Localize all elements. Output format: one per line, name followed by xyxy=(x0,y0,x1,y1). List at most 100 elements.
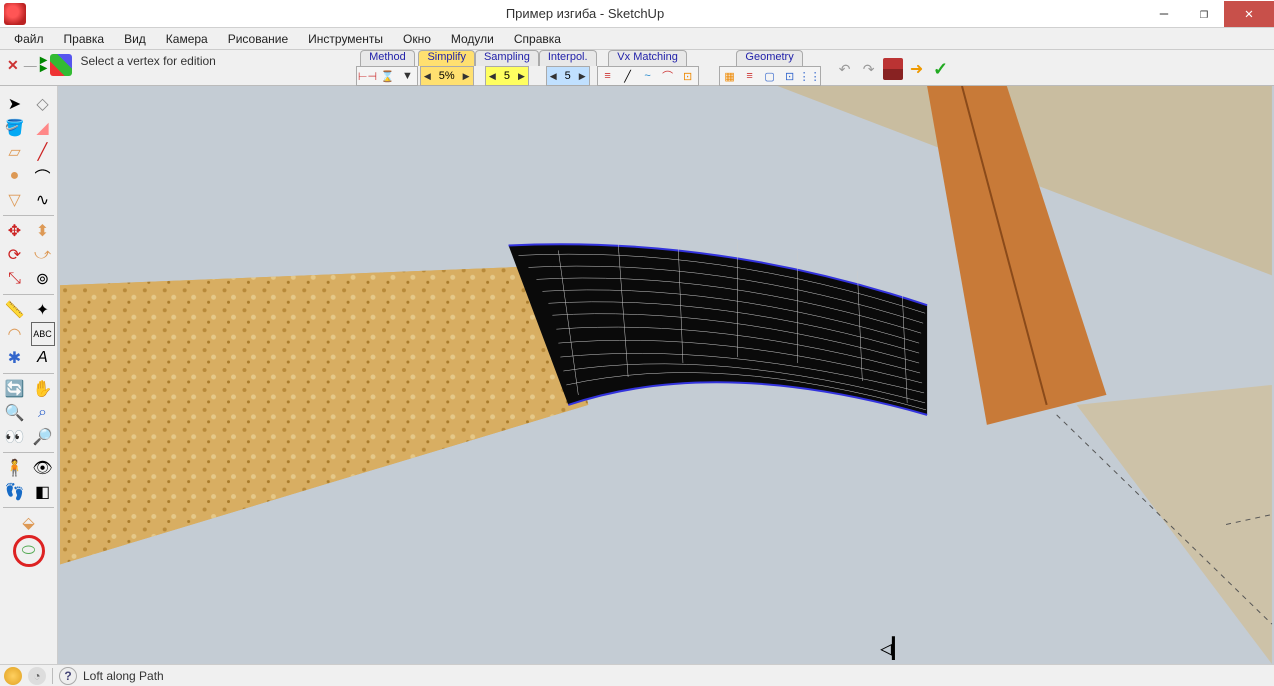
left-toolbar: ➤◇ 🪣◢ ▱╱ ●⌒ ▽∿ ✥⬍ ⟳⤻ ⤡⊚ 📏✦ ◠ABC ✱A 🔄✋ 🔍⌕… xyxy=(0,86,58,664)
component-tool-icon[interactable]: ◇ xyxy=(31,92,55,116)
geo-icon-4[interactable]: ⊡ xyxy=(781,67,799,85)
text-tool-icon[interactable]: ABC xyxy=(31,322,55,346)
polygon-tool-icon[interactable]: ▽ xyxy=(3,188,27,212)
menu-help[interactable]: Справка xyxy=(504,30,571,48)
sampling-inc[interactable]: ▶ xyxy=(518,71,525,82)
line-tool-icon[interactable]: ╱ xyxy=(31,140,55,164)
geo-icon-2[interactable]: ≡ xyxy=(741,67,759,85)
menu-modules[interactable]: Модули xyxy=(441,30,504,48)
interpol-inc[interactable]: ▶ xyxy=(579,71,586,82)
close-x-icon[interactable]: ✕ xyxy=(4,57,22,74)
geo-icon-1[interactable]: ▦ xyxy=(721,67,739,85)
window-controls: — ❐ ✕ xyxy=(1144,1,1274,27)
scale-tool-icon[interactable]: ⤡ xyxy=(3,267,27,291)
menu-file[interactable]: Файл xyxy=(4,30,54,48)
viewport-3d[interactable]: ◁▎ xyxy=(58,86,1274,664)
main-row: ➤◇ 🪣◢ ▱╱ ●⌒ ▽∿ ✥⬍ ⟳⤻ ⤡⊚ 📏✦ ◠ABC ✱A 🔄✋ 🔍⌕… xyxy=(0,86,1274,664)
window-title: Пример изгиба - SketchUp xyxy=(26,6,1144,21)
tab-sampling[interactable]: Sampling ◀ 5 ▶ xyxy=(475,50,539,86)
circle-tool-icon[interactable]: ● xyxy=(3,164,27,188)
menu-draw[interactable]: Рисование xyxy=(218,30,298,48)
menu-window[interactable]: Окно xyxy=(393,30,441,48)
maximize-button[interactable]: ❐ xyxy=(1184,1,1224,27)
redo-icon[interactable]: ↷ xyxy=(859,59,879,79)
arc-tool-icon[interactable]: ⌒ xyxy=(31,164,55,188)
geo-icon-3[interactable]: ▢ xyxy=(761,67,779,85)
section-plane-icon[interactable]: ◧ xyxy=(31,480,55,504)
status-icon-2[interactable]: ◔ xyxy=(28,667,46,685)
look-around-icon[interactable]: 👁 xyxy=(31,456,55,480)
toolbar-right-group: ↶ ↷ ➜ ✓ xyxy=(835,50,951,80)
paint-tool-icon[interactable]: 🪣 xyxy=(3,116,27,140)
vx-icon-1[interactable]: ≡ xyxy=(599,67,617,85)
tab-method[interactable]: Method ⊢⊣ ⌛ ▼ xyxy=(356,50,418,86)
menu-tools[interactable]: Инструменты xyxy=(298,30,393,48)
tape-tool-icon[interactable]: 📏 xyxy=(3,298,27,322)
orbit-tool-icon[interactable]: 🔄 xyxy=(3,377,27,401)
protractor-tool-icon[interactable]: ◠ xyxy=(3,322,27,346)
cursor-icon: ◁▎ xyxy=(880,636,904,660)
dash-icon[interactable]: — xyxy=(24,58,37,73)
close-button[interactable]: ✕ xyxy=(1224,1,1274,27)
pan-tool-icon[interactable]: ✋ xyxy=(31,377,55,401)
offset-tool-icon[interactable]: ⊚ xyxy=(31,267,55,291)
status-icon-1[interactable] xyxy=(4,667,22,685)
menu-edit[interactable]: Правка xyxy=(54,30,115,48)
vx-icon-4[interactable]: ⌒ xyxy=(659,67,677,85)
curved-mesh xyxy=(509,239,928,414)
color-cube-icon[interactable] xyxy=(50,54,72,76)
menu-view[interactable]: Вид xyxy=(114,30,156,48)
export-arrow-icon[interactable]: ➜ xyxy=(907,59,927,79)
loft-along-path-icon[interactable]: ⬭ xyxy=(13,535,45,567)
position-camera-icon[interactable]: 🧍 xyxy=(3,456,27,480)
minimize-button[interactable]: — xyxy=(1144,1,1184,27)
tab-simplify[interactable]: Simplify ◀ 5% ▶ xyxy=(418,50,475,86)
3dtext-tool-icon[interactable]: A xyxy=(31,346,55,370)
freehand-tool-icon[interactable]: ∿ xyxy=(31,188,55,212)
pushpull-tool-icon[interactable]: ⬍ xyxy=(31,219,55,243)
zoom-window-icon[interactable]: ⌕ xyxy=(31,401,55,425)
tab-geometry[interactable]: Geometry ▦ ≡ ▢ ⊡ ⋮⋮ xyxy=(719,50,821,86)
simplify-dec[interactable]: ◀ xyxy=(424,71,431,82)
rectangle-tool-icon[interactable]: ▱ xyxy=(3,140,27,164)
zoom-tool-icon[interactable]: 🔍 xyxy=(3,401,27,425)
tab-vx-matching[interactable]: Vx Matching ≡ ╱ ~ ⌒ ⊡ xyxy=(597,50,699,86)
menu-bar: Файл Правка Вид Камера Рисование Инструм… xyxy=(0,28,1274,50)
viewport-scene xyxy=(58,86,1274,664)
separator xyxy=(3,507,54,508)
floor-plane-2 xyxy=(1077,385,1272,664)
status-bar: ◔ ? Loft along Path xyxy=(0,664,1274,686)
vx-icon-5[interactable]: ⊡ xyxy=(679,67,697,85)
rotate-tool-icon[interactable]: ⟳ xyxy=(3,243,27,267)
vx-icon-2[interactable]: ╱ xyxy=(619,67,637,85)
tri-right-icon-2[interactable]: ▶ xyxy=(39,65,49,73)
undo-icon[interactable]: ↶ xyxy=(835,59,855,79)
followme-tool-icon[interactable]: ⤻ xyxy=(31,243,55,267)
app-icon xyxy=(4,3,26,25)
axes-tool-icon[interactable]: ✱ xyxy=(3,346,27,370)
status-help-icon[interactable]: ? xyxy=(59,667,77,685)
walk-tool-icon[interactable]: 👣 xyxy=(3,480,27,504)
sampling-dec[interactable]: ◀ xyxy=(489,71,496,82)
menu-camera[interactable]: Камера xyxy=(156,30,218,48)
method-icon-1[interactable]: ⊢⊣ xyxy=(358,67,376,85)
interpol-dec[interactable]: ◀ xyxy=(550,71,557,82)
confirm-check-icon[interactable]: ✓ xyxy=(931,59,951,79)
zoom-extents-icon[interactable]: 👀 xyxy=(3,425,27,449)
title-bar: Пример изгиба - SketchUp — ❐ ✕ xyxy=(0,0,1274,28)
simplify-inc[interactable]: ▶ xyxy=(463,71,470,82)
separator xyxy=(3,373,54,374)
method-icon-2[interactable]: ⌛ xyxy=(378,67,396,85)
dimension-tool-icon[interactable]: ✦ xyxy=(31,298,55,322)
vx-icon-3[interactable]: ~ xyxy=(639,67,657,85)
eraser-tool-icon[interactable]: ◢ xyxy=(31,116,55,140)
method-icon-3[interactable]: ▼ xyxy=(398,67,416,85)
move-tool-icon[interactable]: ✥ xyxy=(3,219,27,243)
tab-interpol[interactable]: Interpol. ◀ 5 ▶ xyxy=(539,50,597,86)
plugin-tool-1-icon[interactable]: ⬙ xyxy=(17,511,41,535)
geo-icon-5[interactable]: ⋮⋮ xyxy=(801,67,819,85)
select-tool-icon[interactable]: ➤ xyxy=(3,92,27,116)
book-icon[interactable] xyxy=(883,58,903,80)
separator xyxy=(3,215,54,216)
previous-view-icon[interactable]: 🔎 xyxy=(31,425,55,449)
